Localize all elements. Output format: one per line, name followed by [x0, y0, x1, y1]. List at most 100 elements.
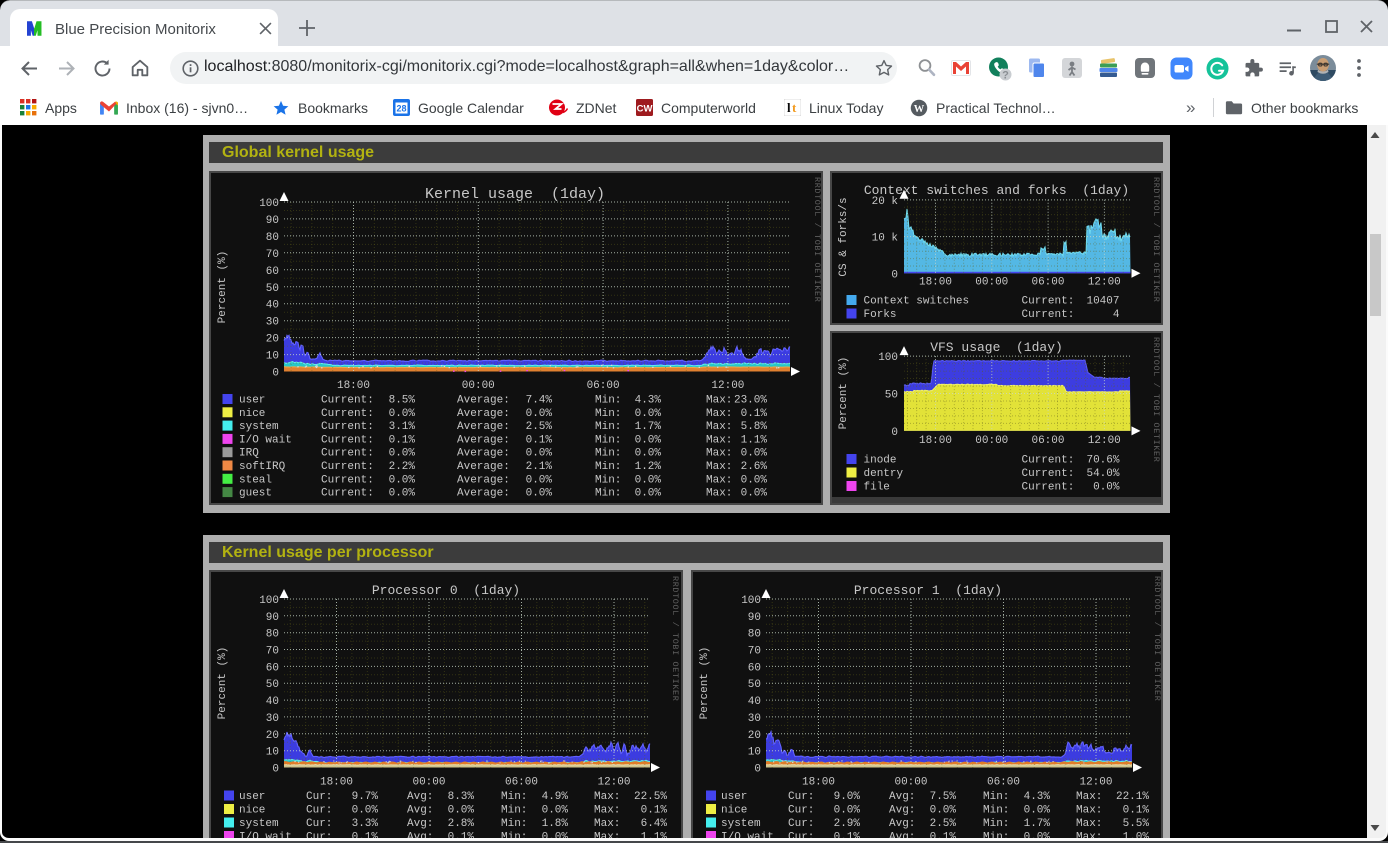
- svg-text:IRQ: IRQ: [239, 447, 259, 459]
- svg-text:0.1%: 0.1%: [526, 434, 553, 446]
- svg-text:0: 0: [272, 367, 279, 379]
- svg-text:0.0%: 0.0%: [389, 407, 416, 419]
- svg-text:0.0%: 0.0%: [1093, 481, 1120, 493]
- svg-text:10407: 10407: [1086, 295, 1119, 307]
- svg-text:0: 0: [272, 763, 279, 775]
- svg-text:9.0%: 9.0%: [834, 791, 861, 803]
- svg-text:Min:: Min:: [501, 818, 527, 830]
- svg-text:1.2%: 1.2%: [635, 461, 662, 473]
- svg-text:Current:: Current:: [1021, 454, 1074, 466]
- svg-text:Cur:: Cur:: [306, 804, 332, 816]
- svg-text:Current:: Current:: [1021, 295, 1074, 307]
- svg-text:Current:: Current:: [1021, 468, 1074, 480]
- svg-text:12:00: 12:00: [1079, 776, 1112, 788]
- svg-text:10: 10: [748, 746, 761, 758]
- svg-text:Current:: Current:: [321, 461, 374, 473]
- svg-text:Avg:: Avg:: [889, 804, 915, 816]
- svg-text:0.0%: 0.0%: [448, 804, 475, 816]
- svg-text:Average:: Average:: [457, 394, 510, 406]
- svg-text:50: 50: [266, 282, 279, 294]
- svg-text:12:00: 12:00: [711, 380, 744, 392]
- svg-text:Max:: Max:: [1076, 804, 1102, 816]
- svg-text:70: 70: [748, 645, 761, 657]
- svg-text:0.1%: 0.1%: [641, 804, 668, 816]
- svg-text:Current:: Current:: [321, 407, 374, 419]
- svg-text:0.0%: 0.0%: [389, 487, 416, 499]
- svg-text:06:00: 06:00: [1031, 276, 1064, 288]
- svg-text:54.0%: 54.0%: [1086, 468, 1119, 480]
- svg-text:Average:: Average:: [457, 434, 510, 446]
- svg-text:18:00: 18:00: [918, 276, 951, 288]
- svg-text:2.1%: 2.1%: [526, 461, 553, 473]
- svg-text:0.1%: 0.1%: [1123, 804, 1150, 816]
- svg-text:00:00: 00:00: [894, 776, 927, 788]
- svg-text:100: 100: [259, 198, 279, 210]
- svg-text:12:00: 12:00: [597, 776, 630, 788]
- svg-text:4.3%: 4.3%: [635, 394, 662, 406]
- svg-text:0.0%: 0.0%: [635, 487, 662, 499]
- svg-text:0.0%: 0.0%: [1024, 804, 1051, 816]
- svg-text:8.3%: 8.3%: [448, 791, 475, 803]
- svg-text:1.8%: 1.8%: [542, 818, 569, 830]
- svg-text:nice: nice: [239, 804, 265, 816]
- svg-text:Average:: Average:: [457, 461, 510, 473]
- svg-text:0.0%: 0.0%: [526, 447, 553, 459]
- svg-text:50: 50: [266, 679, 279, 691]
- svg-text:30: 30: [266, 712, 279, 724]
- svg-text:Max:: Max:: [594, 818, 620, 830]
- svg-text:RRDTOOL / TOBI OETIKER: RRDTOOL / TOBI OETIKER: [670, 576, 680, 701]
- svg-text:Min:: Min:: [595, 434, 621, 446]
- svg-text:2.8%: 2.8%: [448, 818, 475, 830]
- svg-text:M: M: [27, 18, 42, 37]
- svg-text:nice: nice: [721, 804, 747, 816]
- svg-text:Max:: Max:: [706, 487, 732, 499]
- svg-text:guest: guest: [239, 487, 272, 499]
- svg-text:Percent (%): Percent (%): [217, 250, 229, 323]
- svg-text:?: ?: [1002, 70, 1009, 82]
- svg-text:80: 80: [266, 231, 279, 243]
- svg-text:Processor 0 (1day): Processor 0 (1day): [372, 583, 520, 598]
- svg-text:2.9%: 2.9%: [834, 818, 861, 830]
- svg-text:system: system: [239, 818, 279, 830]
- svg-text:100: 100: [878, 352, 898, 364]
- svg-text:Current:: Current:: [321, 447, 374, 459]
- svg-text:Avg:: Avg:: [889, 818, 915, 830]
- svg-text:Average:: Average:: [457, 474, 510, 486]
- svg-text:100: 100: [259, 595, 279, 607]
- svg-text:Cur:: Cur:: [788, 804, 814, 816]
- svg-text:CS & forks/s: CS & forks/s: [838, 197, 850, 276]
- svg-text:3.1%: 3.1%: [389, 421, 416, 433]
- svg-text:2.2%: 2.2%: [389, 461, 416, 473]
- svg-text:0.1%: 0.1%: [741, 407, 768, 419]
- svg-text:l: l: [787, 100, 791, 115]
- svg-text:user: user: [239, 394, 265, 406]
- svg-text:Min:: Min:: [595, 394, 621, 406]
- svg-text:Max:: Max:: [594, 804, 620, 816]
- svg-text:50: 50: [884, 389, 897, 401]
- svg-text:5.8%: 5.8%: [741, 421, 768, 433]
- svg-text:80: 80: [266, 628, 279, 640]
- svg-text:Current:: Current:: [321, 421, 374, 433]
- svg-text:Max:: Max:: [1076, 818, 1102, 830]
- svg-text:0.0%: 0.0%: [741, 447, 768, 459]
- svg-text:Kernel usage (1day): Kernel usage (1day): [425, 186, 605, 203]
- svg-text:RRDTOOL / TOBI OETIKER: RRDTOOL / TOBI OETIKER: [1151, 177, 1161, 302]
- svg-text:00:00: 00:00: [412, 776, 445, 788]
- svg-text:Min:: Min:: [501, 791, 527, 803]
- svg-text:1.1%: 1.1%: [741, 434, 768, 446]
- svg-text:user: user: [239, 791, 265, 803]
- svg-text:Forks: Forks: [863, 309, 896, 321]
- svg-text:Max:: Max:: [706, 474, 732, 486]
- svg-text:50: 50: [748, 679, 761, 691]
- svg-text:18:00: 18:00: [918, 435, 951, 447]
- svg-text:7.5%: 7.5%: [930, 791, 957, 803]
- svg-text:Max:: Max:: [706, 447, 732, 459]
- svg-text:0: 0: [891, 269, 898, 281]
- svg-text:Min:: Min:: [595, 407, 621, 419]
- svg-text:9.7%: 9.7%: [352, 791, 379, 803]
- svg-text:Current:: Current:: [321, 434, 374, 446]
- svg-text:20: 20: [748, 729, 761, 741]
- svg-text:I/O wait: I/O wait: [239, 434, 292, 446]
- svg-text:Current:: Current:: [321, 474, 374, 486]
- svg-text:18:00: 18:00: [802, 776, 835, 788]
